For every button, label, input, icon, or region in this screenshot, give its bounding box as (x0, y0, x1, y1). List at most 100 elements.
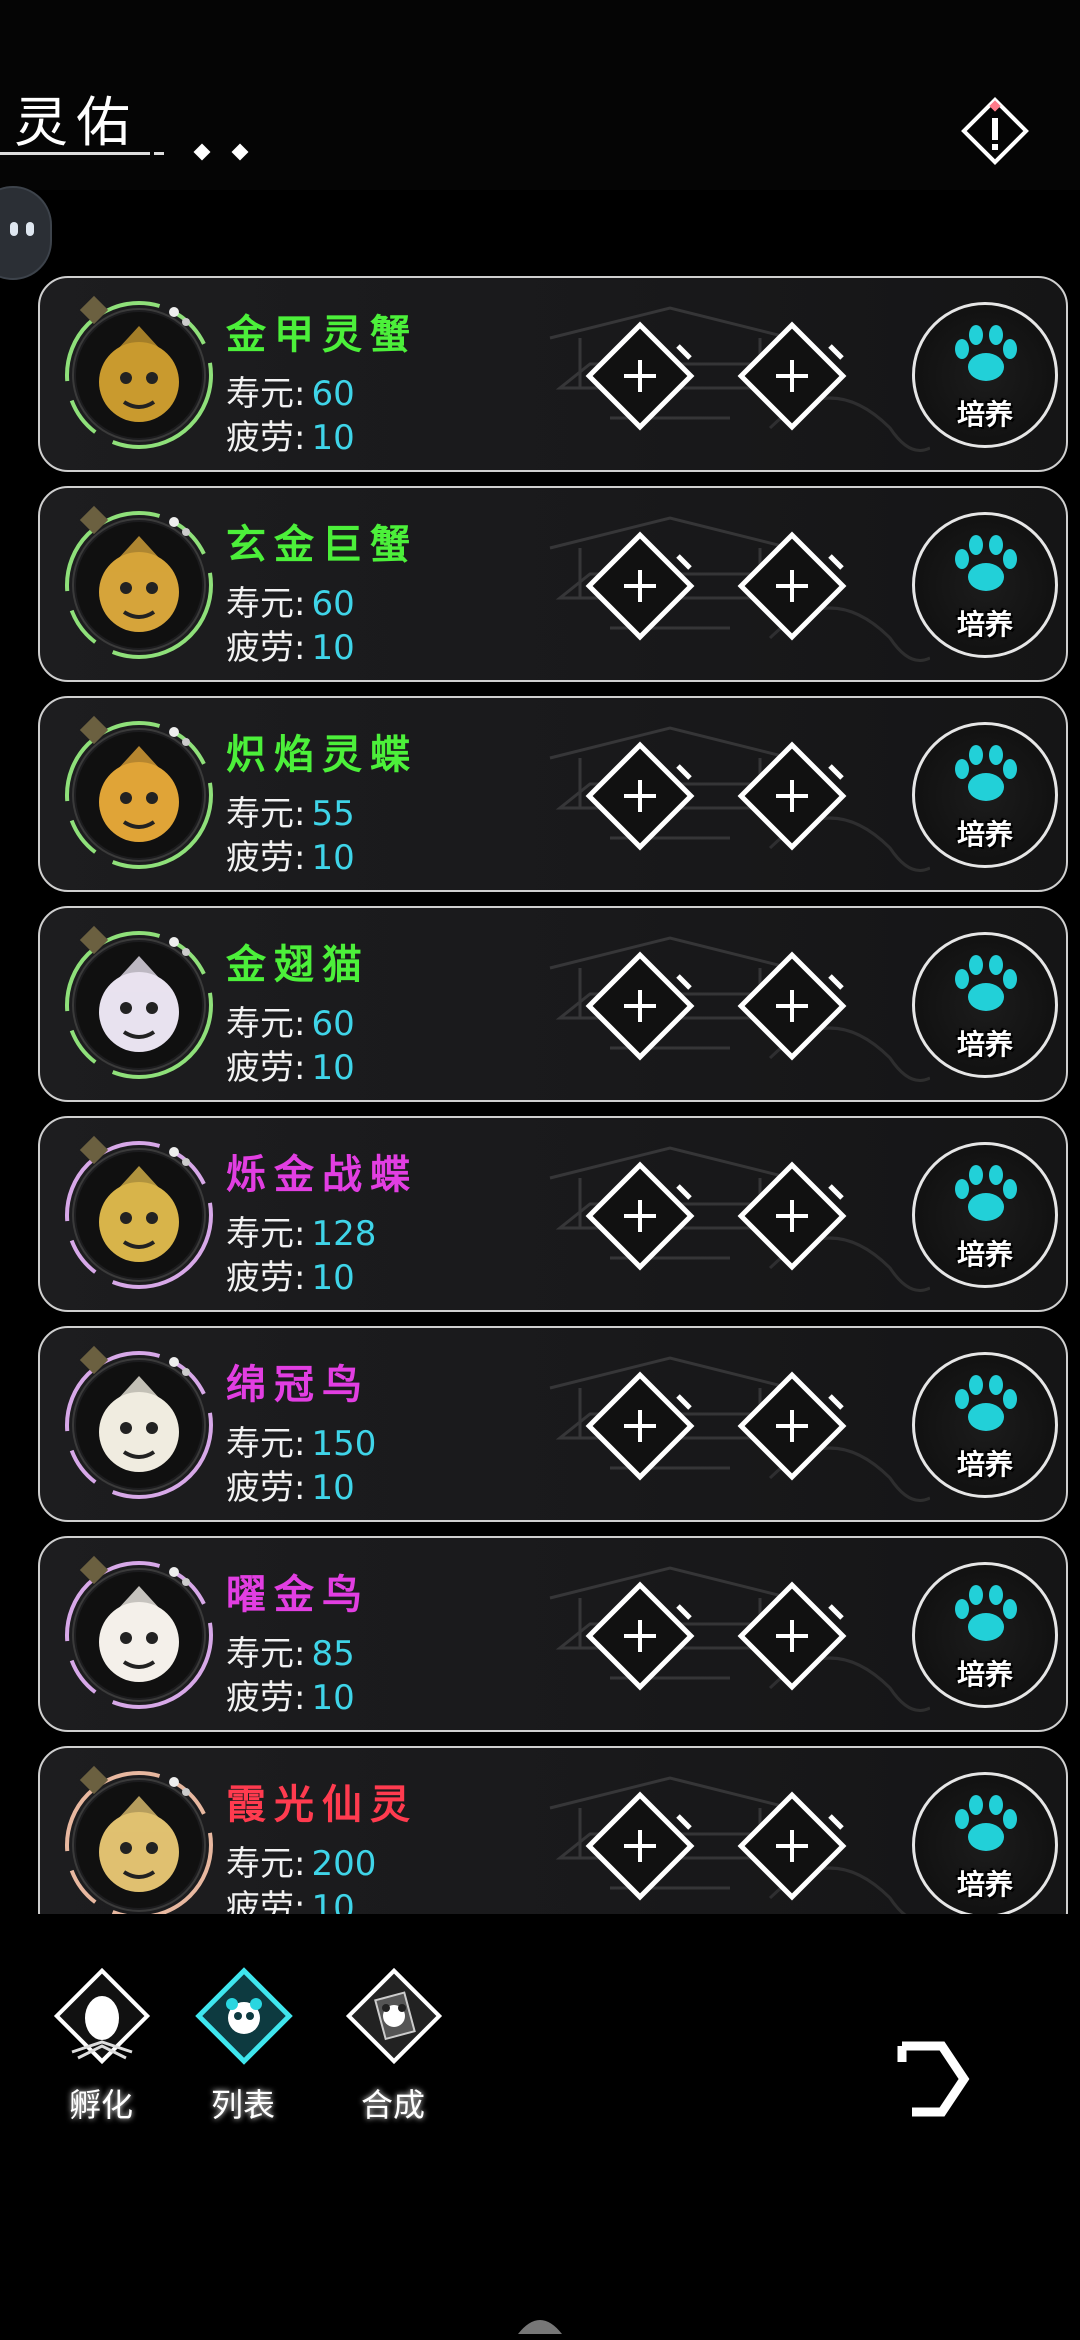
add-equipment-slot[interactable] (580, 316, 700, 436)
train-label: 培养 (956, 1238, 1013, 1271)
add-equipment-slot[interactable] (580, 526, 700, 646)
pet-life-stat: 寿元: 55 (226, 786, 355, 835)
paw-icon (955, 1375, 1017, 1431)
floating-assistant-button[interactable] (0, 186, 52, 280)
stat-label: 疲劳: (226, 838, 306, 878)
page-title: 灵佑 (14, 91, 138, 154)
help-icon[interactable] (960, 96, 1030, 166)
train-button[interactable]: 培养 (912, 1352, 1058, 1498)
nav-list[interactable]: 列表 (168, 1950, 318, 2140)
pagoda-background-art (549, 1776, 907, 1914)
add-equipment-slot[interactable] (732, 946, 852, 1066)
stat-value: 10 (311, 1468, 355, 1508)
pet-list[interactable]: 金甲灵蟹 寿元: 60 疲劳: 10 培养 玄金巨蟹 寿元: 60 疲劳: 10 培养 炽焰灵蝶 寿元: 5… (0, 272, 1080, 1914)
nav-list-label: 列表 (210, 2086, 275, 2124)
add-equipment-slot[interactable] (732, 1786, 852, 1906)
add-equipment-slot[interactable] (580, 1576, 700, 1696)
pet-avatar (76, 312, 202, 438)
pet-life-stat: 寿元: 60 (226, 576, 355, 625)
pet-fatigue-stat: 疲劳: 10 (226, 1880, 355, 1914)
pet-card[interactable]: 曜金鸟寿元: 85 疲劳: 10 培养 (38, 1536, 1068, 1732)
pet-card[interactable]: 金甲灵蟹 寿元: 60 疲劳: 10 培养 (38, 276, 1068, 472)
pet-avatar-frame (54, 500, 224, 670)
paw-icon (955, 1585, 1017, 1641)
add-equipment-slot[interactable] (732, 526, 852, 646)
stat-label: 寿元: (226, 1004, 306, 1044)
stat-label: 疲劳: (226, 418, 306, 458)
train-label: 培养 (956, 608, 1013, 641)
stat-label: 寿元: (226, 584, 306, 624)
pet-card[interactable]: 烁金战蝶 寿元: 128 疲劳: 10 培养 (38, 1116, 1068, 1312)
pet-card[interactable]: 炽焰灵蝶 寿元: 55 疲劳: 10 培养 (38, 696, 1068, 892)
train-button[interactable]: 培养 (912, 1142, 1058, 1288)
pet-card[interactable]: 霞光仙灵寿元: 200 疲劳: 10 培养 (38, 1746, 1068, 1914)
pet-name: 金翅猫 (226, 941, 370, 988)
pagoda-background-art (549, 936, 930, 1082)
stat-value: 10 (311, 1888, 355, 1914)
pet-fatigue-stat: 疲劳: 10 (226, 1460, 355, 1509)
paw-icon (955, 1165, 1017, 1221)
stat-value: 85 (311, 1634, 355, 1674)
pet-life-stat: 寿元: 128 (226, 1206, 376, 1255)
paw-icon (955, 1795, 1017, 1851)
add-equipment-slot[interactable] (580, 946, 700, 1066)
pet-fatigue-stat: 疲劳: 10 (226, 620, 355, 669)
pet-avatar (76, 522, 202, 648)
title-dot (231, 143, 249, 161)
add-equipment-slot[interactable] (732, 1576, 852, 1696)
train-label: 培养 (956, 1448, 1013, 1481)
chevron-right-icon[interactable] (892, 2036, 972, 2122)
nav-combine[interactable]: 合成 (318, 1950, 468, 2140)
pet-avatar-frame (54, 1760, 224, 1914)
add-equipment-slot[interactable] (732, 1366, 852, 1486)
add-equipment-slot[interactable] (732, 1156, 852, 1276)
egg-icon (53, 1967, 151, 2065)
train-button[interactable]: 培养 (912, 302, 1058, 448)
add-equipment-slot[interactable] (732, 316, 852, 436)
add-equipment-slot[interactable] (580, 1786, 700, 1906)
add-equipment-slot[interactable] (732, 736, 852, 856)
pet-fatigue-stat: 疲劳: 10 (226, 830, 355, 879)
stat-label: 寿元: (226, 374, 306, 414)
add-equipment-slot[interactable] (580, 1156, 700, 1276)
nav-hatch[interactable]: 孵化 (26, 1950, 176, 2140)
add-equipment-slot[interactable] (580, 1366, 700, 1486)
pet-avatar-frame (54, 290, 224, 460)
stat-value: 10 (311, 1258, 355, 1298)
train-button[interactable]: 培养 (912, 512, 1058, 658)
pet-life-stat: 寿元: 200 (226, 1836, 376, 1885)
train-button[interactable]: 培养 (912, 932, 1058, 1078)
stat-value: 55 (311, 794, 355, 834)
title-dot (193, 143, 211, 161)
assistant-eye (10, 222, 18, 236)
stat-label: 寿元: (226, 1424, 306, 1464)
pet-fatigue-stat: 疲劳: 10 (226, 1250, 355, 1299)
pet-name: 曜金鸟 (226, 1571, 370, 1618)
pet-card[interactable]: 金翅猫寿元: 60 疲劳: 10 培养 (38, 906, 1068, 1102)
stat-label: 疲劳: (226, 1468, 306, 1508)
stat-label: 寿元: (226, 1634, 306, 1674)
pet-life-stat: 寿元: 60 (226, 996, 355, 1045)
train-button[interactable]: 培养 (912, 1562, 1058, 1708)
train-label: 培养 (956, 1658, 1013, 1691)
panda-card-icon (345, 1967, 443, 2065)
paw-icon (955, 535, 1017, 591)
add-equipment-slot[interactable] (580, 736, 700, 856)
pet-card[interactable]: 绵冠鸟 寿元: 150 疲劳: 10 培养 (38, 1326, 1068, 1522)
pet-card[interactable]: 玄金巨蟹寿元: 60 疲劳: 10 培养 (38, 486, 1068, 682)
pet-avatar (76, 942, 202, 1068)
pagoda-background-art (549, 306, 930, 452)
train-button[interactable]: 培养 (912, 1772, 1058, 1914)
train-button[interactable]: 培养 (912, 722, 1058, 868)
pet-life-stat: 寿元: 85 (226, 1626, 355, 1675)
pet-fatigue-stat: 疲劳: 10 (226, 1040, 355, 1089)
panda-icon (195, 1967, 293, 2065)
pet-name: 玄金巨蟹 (226, 521, 418, 568)
pet-name: 霞光仙灵 (226, 1781, 418, 1828)
title-underline (0, 152, 150, 155)
pet-avatar (76, 1362, 202, 1488)
pet-fatigue-stat: 疲劳: 10 (226, 1670, 355, 1719)
top-bar: 灵佑 (0, 0, 1080, 190)
stat-value: 10 (311, 838, 355, 878)
stat-value: 10 (311, 418, 355, 458)
